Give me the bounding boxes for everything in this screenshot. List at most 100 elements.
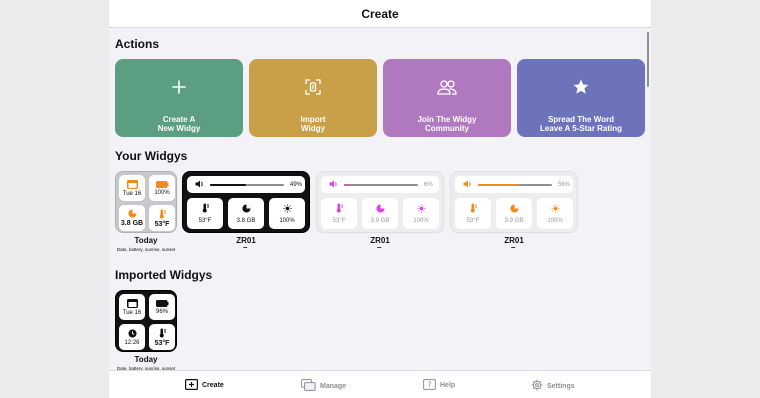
svg-text:?: ? [427, 381, 431, 390]
thermometer-icon [469, 203, 478, 215]
sun-icon [416, 203, 426, 215]
storage-value: 3.8 GB [236, 217, 256, 224]
help-icon: ? [423, 379, 436, 392]
import-icon [305, 77, 321, 97]
temperature-value: 53°F [466, 218, 480, 224]
widgy-name: Today [134, 236, 158, 245]
plus-icon [172, 77, 186, 97]
temperature-tile: 53°F [187, 198, 223, 229]
battery-value: 96% [155, 308, 168, 315]
gear-icon [531, 379, 543, 393]
action-label: Join The Widgy Community [417, 115, 477, 133]
section-title-actions: Actions [115, 37, 160, 51]
storage-value: 3.8 GB [120, 220, 144, 227]
tab-label: Manage [320, 382, 347, 390]
widgy-name: Today [134, 355, 158, 364]
thermometer-icon [335, 203, 344, 215]
date-value: Tue 16 [122, 190, 142, 197]
temperature-value: 53°F [332, 218, 346, 224]
widgy-zr01-pink-card[interactable]: 6% 53°F 3.9 GB 100% [316, 171, 444, 233]
widgy-subtitle: Date, battery, sunrise, sunset [116, 247, 176, 252]
volume-fill [478, 183, 520, 186]
tab-create[interactable]: Create [185, 379, 224, 392]
tab-label: Create [202, 382, 224, 389]
clock-tile: 12:26 [119, 324, 145, 350]
storage-tile: 3.9 GB [362, 198, 398, 229]
tab-label: Help [440, 382, 456, 389]
tab-help[interactable]: ? Help [423, 379, 455, 392]
widgy-zr01-orange-card[interactable]: 56% 53°F 3.9 GB 100% [450, 171, 578, 233]
thermometer-icon [158, 328, 167, 340]
volume-value: 56% [558, 181, 571, 188]
sun-icon [550, 203, 560, 215]
speaker-icon [463, 180, 472, 190]
battery-tile: 96% [149, 294, 175, 320]
widgy-zr01-dark-card[interactable]: 49% 53°F 3.8 GB 100% [182, 171, 310, 233]
tab-settings[interactable]: Settings [531, 379, 575, 393]
volume-slider [478, 183, 552, 186]
brightness-value: 100% [547, 217, 563, 224]
battery-icon [155, 299, 169, 309]
brightness-tile: 100% [403, 198, 439, 229]
create-widgy-button[interactable]: Create A New Widgy [115, 59, 243, 137]
calendar-icon [126, 298, 138, 310]
sun-icon [282, 203, 292, 215]
add-square-icon [185, 379, 199, 392]
clock-icon [127, 328, 137, 340]
imported-widgy-today-card[interactable]: Tue 16 96% 12:26 53°F [115, 290, 177, 352]
action-label: Spread The Word Leave A 5-Star Rating [539, 115, 623, 133]
storage-icon [375, 203, 385, 215]
date-value: Tue 16 [122, 309, 142, 316]
battery-icon [155, 180, 169, 190]
volume-tile: 49% [187, 176, 305, 193]
storage-value: 3.9 GB [370, 217, 390, 224]
widgy-subtitle: – [243, 243, 248, 252]
thermometer-icon [201, 203, 210, 215]
widgy-subtitle: – [511, 243, 516, 252]
tab-bar: Create Manage ? Help Settings [109, 370, 651, 398]
thermometer-icon [158, 209, 167, 221]
brightness-value: 100% [279, 217, 295, 224]
storage-value: 3.9 GB [504, 217, 524, 224]
brightness-tile: 100% [269, 198, 305, 229]
volume-slider [210, 183, 284, 186]
volume-tile: 56% [455, 176, 573, 193]
calendar-icon [126, 179, 138, 191]
temperature-tile: 53°F [455, 198, 491, 229]
widgy-today-card[interactable]: Tue 16 100% 3.8 GB 53°F [115, 171, 177, 233]
volume-value: 6% [424, 181, 433, 188]
temperature-tile: 53°F [321, 198, 357, 229]
star-icon [572, 77, 590, 97]
storage-icon [509, 203, 519, 215]
volume-fill [344, 183, 349, 186]
page-title: Create [361, 6, 399, 21]
nav-bar: Create [109, 0, 651, 28]
volume-fill [210, 183, 247, 186]
temperature-tile: 53°F [149, 205, 175, 231]
stack-icon [301, 379, 316, 393]
rate-app-button[interactable]: Spread The Word Leave A 5-Star Rating [517, 59, 645, 137]
storage-icon [241, 203, 251, 215]
temperature-value: 53°F [154, 339, 170, 347]
tab-manage[interactable]: Manage [301, 379, 346, 393]
action-label: Import Widgy [300, 115, 326, 133]
volume-slider [344, 183, 418, 186]
people-icon [437, 77, 457, 97]
brightness-tile: 100% [537, 198, 573, 229]
speaker-icon [195, 180, 204, 190]
brightness-value: 100% [413, 217, 429, 224]
join-community-button[interactable]: Join The Widgy Community [383, 59, 511, 137]
create-screen: Create Actions Create A New Widgy Import… [109, 0, 651, 398]
temperature-value: 53°F [198, 218, 212, 224]
temperature-value: 53°F [154, 220, 170, 228]
time-value: 12:26 [124, 339, 140, 346]
storage-tile: 3.9 GB [496, 198, 532, 229]
storage-tile: 3.8 GB [228, 198, 264, 229]
section-title-imported-widgys: Imported Widgys [115, 268, 213, 282]
scroll-indicator[interactable] [647, 32, 649, 87]
date-tile: Tue 16 [119, 294, 145, 320]
battery-tile: 100% [149, 175, 175, 201]
import-widgy-button[interactable]: Import Widgy [249, 59, 377, 137]
storage-tile: 3.8 GB [119, 205, 145, 231]
section-title-your-widgys: Your Widgys [115, 149, 188, 163]
